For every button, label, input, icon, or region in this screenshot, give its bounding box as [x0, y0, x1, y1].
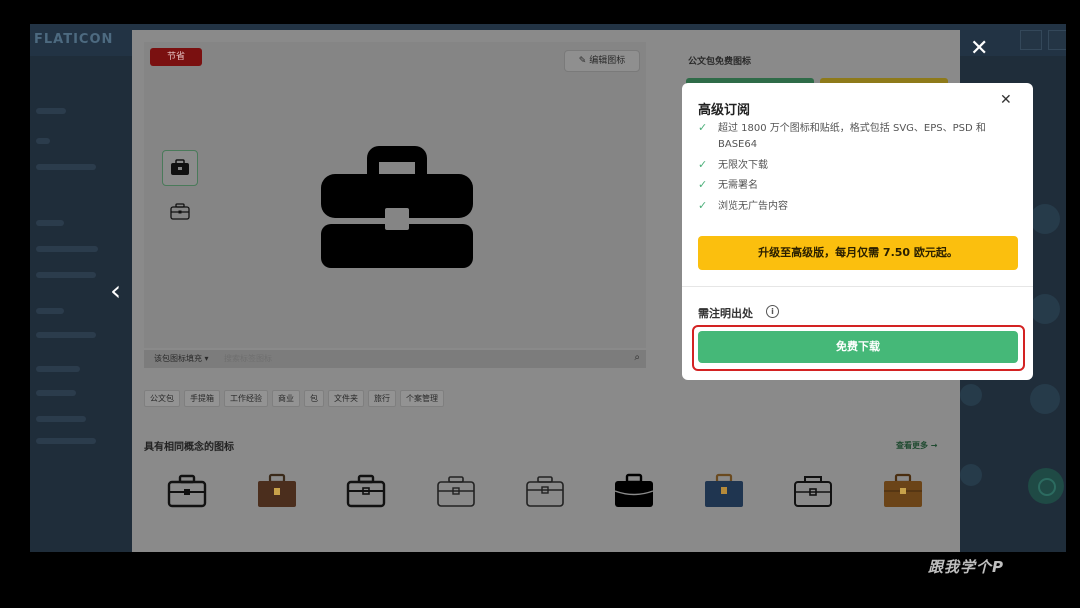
save-badge-label: 节省	[166, 52, 185, 62]
background-icon	[960, 384, 982, 406]
tag[interactable]: 工作经验	[224, 390, 268, 407]
sidebar-line	[36, 246, 98, 252]
background-icon	[1030, 294, 1060, 324]
tag-list: 公文包 手提箱 工作经验 商业 包 文件夹 旅行 个案管理	[144, 390, 444, 407]
tag-search-bar[interactable]: 该包图标填充 ▾ 搜索标签图标 ⌕	[144, 350, 646, 368]
background-icon	[1030, 204, 1060, 234]
sidebar-line	[36, 390, 76, 396]
tag[interactable]: 商业	[272, 390, 300, 407]
related-briefcase-icon[interactable]	[344, 472, 388, 510]
tag[interactable]: 公文包	[144, 390, 180, 407]
tag[interactable]: 文件夹	[328, 390, 364, 407]
related-briefcase-icon[interactable]	[434, 472, 478, 510]
feature-text: 超过 1800 万个图标和贴纸，格式包括 SVG、EPS、PSD 和 BASE6…	[718, 123, 986, 150]
check-icon: ✓	[698, 199, 708, 212]
site-logo: FLATICON	[34, 32, 114, 47]
related-briefcase-icon[interactable]	[255, 472, 299, 510]
sidebar-line	[36, 332, 96, 338]
sidebar-line	[36, 416, 86, 422]
related-briefcase-icon[interactable]	[702, 472, 746, 510]
icon-preview: 节省 ✎ 编辑图标	[144, 42, 646, 348]
edit-icon-button[interactable]: ✎ 编辑图标	[564, 50, 640, 72]
sidebar-line	[36, 220, 64, 226]
right-panel-title: 公文包免费图标	[688, 57, 752, 67]
feature-item: ✓ 超过 1800 万个图标和贴纸，格式包括 SVG、EPS、PSD 和 BAS…	[698, 121, 1016, 153]
related-briefcase-icon[interactable]	[881, 472, 925, 510]
card-title: 高级订阅	[698, 103, 751, 118]
see-more-link[interactable]: 查看更多 →	[896, 440, 938, 451]
related-briefcase-icon[interactable]	[165, 472, 209, 510]
check-icon: ✓	[698, 121, 708, 134]
upgrade-premium-button[interactable]: 升级至高级版，每月仅需 7.50 欧元起。	[698, 236, 1018, 270]
sidebar-line	[36, 108, 66, 114]
related-briefcase-icon[interactable]	[523, 472, 567, 510]
sidebar-line	[36, 272, 96, 278]
divider	[682, 286, 1033, 287]
edit-icon-label: 编辑图标	[589, 56, 626, 66]
style-thumb-outline[interactable]	[168, 200, 192, 224]
background-icon	[960, 464, 982, 486]
feature-text: 浏览无广告内容	[718, 201, 788, 212]
search-icon[interactable]: ⌕	[634, 352, 640, 363]
sidebar-line	[36, 438, 96, 444]
briefcase-large-icon	[321, 146, 473, 268]
header-button[interactable]	[1020, 30, 1042, 50]
premium-subscription-card: 高级订阅 ✕ ✓ 超过 1800 万个图标和贴纸，格式包括 SVG、EPS、PS…	[682, 83, 1033, 380]
style-thumb-filled[interactable]	[162, 150, 198, 186]
sidebar-line	[36, 164, 96, 170]
related-briefcase-icon[interactable]	[612, 472, 656, 510]
related-briefcase-icon[interactable]	[791, 472, 835, 510]
search-input[interactable]: 搜索标签图标	[224, 353, 272, 364]
tag[interactable]: 旅行	[368, 390, 396, 407]
tag[interactable]: 个案管理	[400, 390, 444, 407]
briefcase-icon	[171, 159, 189, 175]
tag[interactable]: 手提箱	[184, 390, 220, 407]
header-button[interactable]	[1048, 30, 1066, 50]
watermark: 跟我学个P	[928, 558, 1004, 576]
feature-item: ✓ 无需署名	[698, 178, 1016, 194]
feature-text: 无限次下载	[718, 160, 768, 171]
tag[interactable]: 包	[304, 390, 324, 407]
save-badge[interactable]: 节省	[150, 48, 202, 66]
check-icon: ✓	[698, 158, 708, 171]
previous-arrow-icon[interactable]: ‹	[110, 274, 121, 307]
close-icon[interactable]: ✕	[1000, 92, 1012, 108]
check-icon: ✓	[698, 178, 708, 191]
briefcase-outline-icon	[170, 203, 190, 220]
free-download-button[interactable]: 免费下载	[698, 331, 1018, 363]
sidebar-line	[36, 138, 50, 144]
sidebar-line	[36, 366, 80, 372]
attribution-label: 需注明出处	[698, 307, 753, 320]
feature-item: ✓ 无限次下载	[698, 158, 1016, 174]
search-scope-select[interactable]: 该包图标填充 ▾	[154, 353, 209, 364]
chat-button[interactable]	[1028, 468, 1064, 504]
background-icon	[1030, 384, 1060, 414]
info-icon[interactable]: i	[766, 305, 779, 318]
sidebar-line	[36, 308, 64, 314]
close-modal-icon[interactable]: ✕	[970, 36, 988, 61]
related-icons-title: 具有相同概念的图标	[144, 442, 234, 453]
feature-text: 无需署名	[718, 180, 758, 191]
feature-item: ✓ 浏览无广告内容	[698, 199, 1016, 215]
